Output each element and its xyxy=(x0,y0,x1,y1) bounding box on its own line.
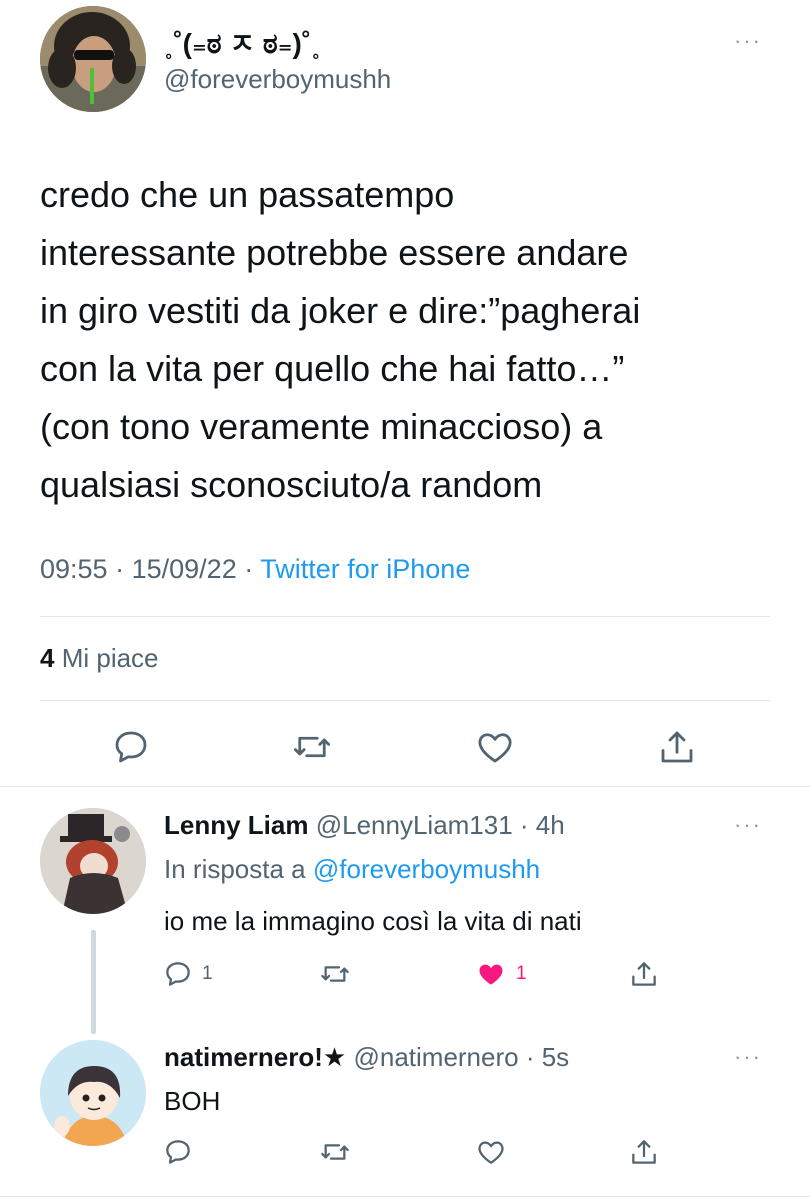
reply-action[interactable]: 1 xyxy=(162,958,213,990)
like-icon[interactable] xyxy=(474,1136,508,1168)
tweet-text-line: in giro vestiti da joker e dire:”paghera… xyxy=(40,290,641,331)
liked-heart-icon xyxy=(479,964,503,985)
share-icon[interactable] xyxy=(628,1136,660,1168)
reply-handle[interactable]: @natimernero xyxy=(353,1042,518,1072)
reply-context-handle[interactable]: @foreverboymushh xyxy=(313,854,540,884)
reply-time: · 5s xyxy=(525,1042,570,1072)
like-icon[interactable] xyxy=(474,726,516,768)
tweet-meta: 09:55 · 15/09/22 · Twitter for iPhone xyxy=(40,554,470,585)
reply-count: 1 xyxy=(202,963,213,984)
reply-header: natimernero!★ @natimernero · 5s xyxy=(164,1042,569,1073)
reply-display-name[interactable]: natimernero!★ xyxy=(164,1042,346,1072)
likes-count: 4 xyxy=(40,643,55,673)
reply-icon[interactable] xyxy=(162,1136,194,1168)
like-count: 1 xyxy=(516,963,527,984)
meta-separator: · xyxy=(244,554,254,584)
author-handle[interactable]: @foreverboymushh xyxy=(164,64,391,95)
reply-context: In risposta a @foreverboymushh xyxy=(164,854,540,885)
reply-icon xyxy=(166,962,190,986)
reply-header: Lenny Liam @LennyLiam131 · 4h xyxy=(164,810,565,841)
author-avatar[interactable] xyxy=(40,6,146,112)
more-options-icon[interactable]: ··· xyxy=(734,812,762,838)
tweet-text-line: con la vita per quello che hai fatto…” xyxy=(40,348,625,389)
likes-summary[interactable]: 4 Mi piace xyxy=(40,643,159,674)
more-options-icon[interactable]: ··· xyxy=(734,1044,762,1070)
tweet-text-line: interessante potrebbe essere andare xyxy=(40,232,629,273)
tweet-text: credo che un passatempo interessante pot… xyxy=(40,166,780,514)
thread-line xyxy=(91,930,96,1034)
like-action[interactable]: 1 xyxy=(474,958,527,990)
reply-context-label: In risposta a xyxy=(164,854,306,884)
tweet-text-line: credo che un passatempo xyxy=(40,174,455,215)
tweet-time: 09:55 xyxy=(40,554,108,584)
retweet-icon[interactable] xyxy=(318,1136,352,1168)
share-icon[interactable] xyxy=(628,958,660,990)
more-options-icon[interactable]: ··· xyxy=(734,28,762,54)
likes-label: Mi piace xyxy=(61,643,159,673)
author-display-name[interactable]: ˳˚(₌ಠ ㅈ ಠ₌)˚˳ xyxy=(164,22,320,62)
share-icon[interactable] xyxy=(656,726,698,768)
divider xyxy=(40,700,770,701)
reply-icon[interactable] xyxy=(110,726,152,768)
tweet-source-link[interactable]: Twitter for iPhone xyxy=(260,554,470,584)
meta-separator: · xyxy=(115,554,125,584)
reply-avatar[interactable] xyxy=(40,1040,146,1146)
bottom-separator xyxy=(0,1196,810,1197)
reply-time: · 4h xyxy=(519,810,565,840)
section-separator xyxy=(0,786,810,787)
reply-handle[interactable]: @LennyLiam131 xyxy=(316,810,513,840)
tweet-text-line: (con tono veramente minaccioso) a xyxy=(40,406,603,447)
retweet-icon[interactable] xyxy=(290,726,334,768)
tweet-date: 15/09/22 xyxy=(131,554,237,584)
tweet-text-line: qualsiasi sconosciuto/a random xyxy=(40,464,543,505)
divider xyxy=(40,616,770,617)
reply-text: BOH xyxy=(164,1086,221,1116)
reply-avatar[interactable] xyxy=(40,808,146,914)
reply-display-name[interactable]: Lenny Liam xyxy=(164,810,308,840)
retweet-icon[interactable] xyxy=(318,958,352,990)
reply-text: io me la immagino così la vita di nati xyxy=(164,906,582,936)
